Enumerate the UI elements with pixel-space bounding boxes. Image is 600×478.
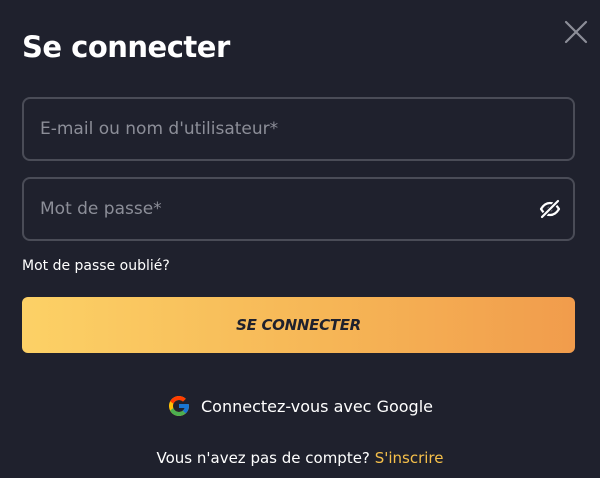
email-field[interactable] xyxy=(24,99,573,159)
login-button[interactable]: SE CONNECTER xyxy=(22,297,575,353)
eye-off-icon xyxy=(539,198,561,220)
modal-title: Se connecter xyxy=(22,30,230,64)
email-field-wrapper xyxy=(22,97,575,161)
login-modal: Se connecter Mot de passe oublié? SE CON… xyxy=(0,0,600,478)
signup-question: Vous n'avez pas de compte? xyxy=(156,449,370,467)
google-login-button[interactable]: Connectez-vous avec Google xyxy=(0,392,600,420)
password-field-wrapper xyxy=(22,177,575,241)
forgot-password-link[interactable]: Mot de passe oublié? xyxy=(22,258,170,274)
close-button[interactable] xyxy=(562,18,590,46)
google-icon xyxy=(169,396,189,416)
password-field[interactable] xyxy=(24,179,573,239)
google-login-label: Connectez-vous avec Google xyxy=(201,396,433,416)
signup-link[interactable]: S'inscrire xyxy=(375,449,444,467)
login-button-label: SE CONNECTER xyxy=(236,316,361,334)
password-toggle-button[interactable] xyxy=(539,198,561,220)
close-icon xyxy=(564,20,588,44)
signup-prompt: Vous n'avez pas de compte? S'inscrire xyxy=(0,449,600,467)
